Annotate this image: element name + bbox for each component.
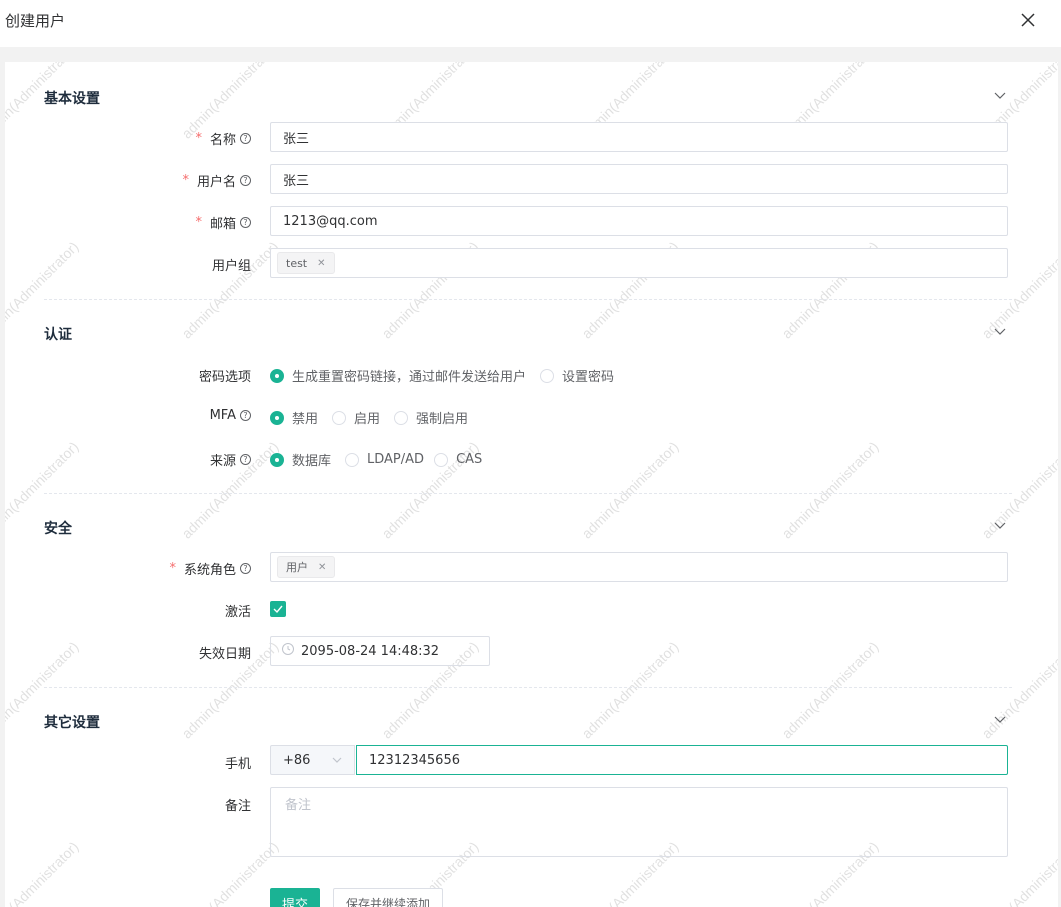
expire-date-picker[interactable]: 2095-08-24 14:48:32 — [270, 636, 490, 666]
chevron-down-icon[interactable] — [993, 714, 1007, 724]
username-input[interactable]: 张三 — [270, 164, 1008, 194]
help-icon: ? — [240, 217, 251, 228]
submit-button[interactable]: 提交 — [270, 888, 320, 907]
form-panel: admin(Administrator) admin(Administrator)… — [5, 62, 1058, 907]
radio-reset-link[interactable]: 生成重置密码链接，通过邮件发送给用户 — [270, 366, 526, 385]
active-label: 激活 — [224, 605, 251, 620]
group-tag: test ✕ — [277, 252, 335, 274]
mfa-group: 禁用 启用 强制启用 — [270, 408, 468, 427]
group-select[interactable]: test ✕ — [270, 248, 1008, 278]
email-label: * 邮箱? — [195, 213, 251, 232]
comment-textarea[interactable]: 备注 — [270, 787, 1008, 857]
watermark-text: admin(Administrator) — [578, 438, 682, 542]
radio-set-password[interactable]: 设置密码 — [540, 366, 614, 385]
close-icon[interactable]: ✕ — [317, 258, 325, 269]
username-label: * 用户名? — [182, 171, 251, 190]
chevron-down-icon[interactable] — [993, 90, 1007, 100]
phone-input[interactable]: 12312345656 — [356, 745, 1008, 775]
radio-mfa-forced[interactable]: 强制启用 — [394, 408, 468, 427]
radio-mfa-disabled[interactable]: 禁用 — [270, 408, 318, 427]
name-label: * 名称? — [195, 129, 251, 148]
expire-label: 失效日期 — [198, 647, 251, 662]
watermark-text: admin(Administrator) — [178, 238, 282, 342]
help-icon: ? — [240, 563, 251, 574]
clock-icon — [281, 642, 295, 660]
help-icon: ? — [240, 133, 251, 144]
phone-code-select[interactable]: +86 — [270, 745, 355, 775]
source-group: 数据库 LDAP/AD CAS — [270, 450, 482, 469]
chevron-down-icon — [332, 753, 342, 768]
watermark-text: admin(Administrator) — [978, 638, 1058, 742]
radio-mfa-enabled[interactable]: 启用 — [332, 408, 380, 427]
section-title-basic: 基本设置 — [44, 91, 100, 107]
save-continue-button[interactable]: 保存并继续添加 — [333, 888, 443, 907]
comment-label: 备注 — [224, 799, 251, 814]
radio-source-ldap[interactable]: LDAP/AD — [345, 452, 424, 467]
active-checkbox[interactable] — [270, 601, 286, 617]
dialog-header: 创建用户 — [0, 0, 1061, 47]
watermark-text: admin(Administrator) — [578, 638, 682, 742]
watermark-text: admin(Administrator) — [978, 438, 1058, 542]
close-icon[interactable]: ✕ — [318, 562, 326, 573]
chevron-down-icon[interactable] — [993, 326, 1007, 336]
name-input[interactable]: 张三 — [270, 122, 1008, 152]
divider — [44, 687, 1012, 688]
radio-source-db[interactable]: 数据库 — [270, 450, 331, 469]
watermark-text: admin(Administrator) — [5, 838, 82, 907]
chevron-down-icon[interactable] — [993, 520, 1007, 530]
section-title-other: 其它设置 — [44, 715, 100, 731]
divider — [44, 299, 1012, 300]
radio-source-cas[interactable]: CAS — [434, 452, 482, 467]
role-label: * 系统角色? — [169, 559, 251, 578]
check-icon — [273, 605, 283, 614]
watermark-text: admin(Administrator) — [778, 438, 882, 542]
email-input[interactable]: 1213@qq.com — [270, 206, 1008, 236]
help-icon: ? — [240, 175, 251, 186]
role-tag: 用户 ✕ — [277, 556, 336, 578]
help-icon: ? — [240, 410, 251, 421]
phone-label: 手机 — [224, 757, 251, 772]
role-select[interactable]: 用户 ✕ — [270, 552, 1008, 582]
help-icon: ? — [240, 454, 251, 465]
mfa-label: MFA? — [210, 408, 251, 423]
password-option-label: 密码选项 — [198, 370, 251, 385]
close-icon[interactable] — [1018, 10, 1038, 30]
section-title-security: 安全 — [44, 521, 72, 537]
source-label: 来源? — [210, 450, 251, 469]
group-label: 用户组 — [211, 259, 251, 274]
section-title-auth: 认证 — [44, 327, 72, 343]
watermark-text: admin(Administrator) — [178, 838, 282, 907]
dialog-title: 创建用户 — [5, 12, 66, 30]
watermark-text: admin(Administrator) — [778, 638, 882, 742]
password-option-group: 生成重置密码链接，通过邮件发送给用户 设置密码 — [270, 366, 614, 385]
divider — [44, 493, 1012, 494]
